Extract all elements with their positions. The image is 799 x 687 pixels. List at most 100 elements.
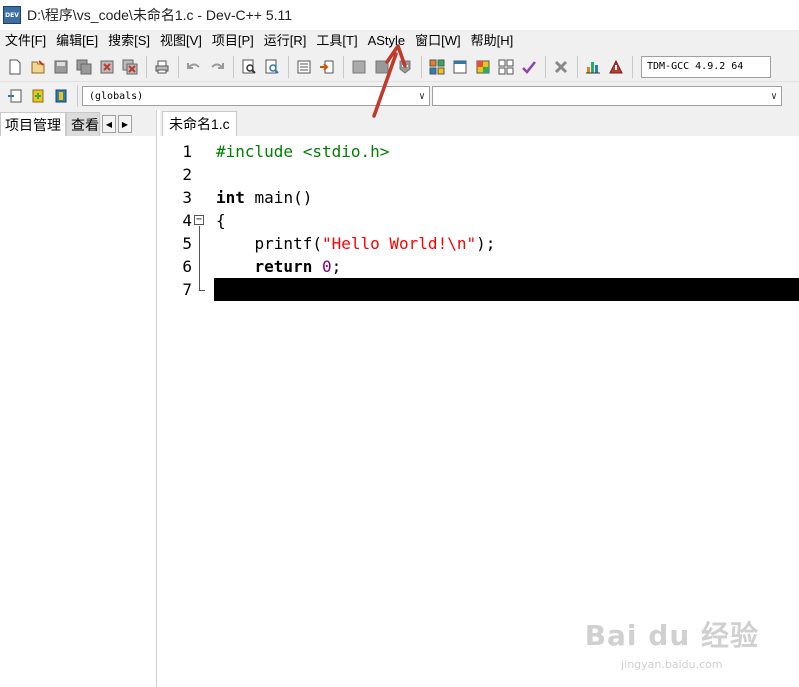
goto-bookmark-button[interactable] [50, 85, 72, 107]
close-file-icon [100, 60, 114, 73]
indent-button[interactable] [293, 56, 315, 78]
line-number: 2 [182, 165, 192, 184]
toolbar-separator [421, 55, 422, 78]
code-editor: 未命名1.c 1 2 3 4 5 6 7 − #include <stdio.h… [160, 110, 799, 687]
window-title: D:\程序\vs_code\未命名1.c - Dev-C++ 5.11 [27, 7, 293, 23]
bar-chart-icon [586, 61, 600, 73]
scope-combo-value: (globals) [89, 90, 144, 102]
code-text: printf( [216, 234, 322, 253]
watermark-logo: Bai du 经验 [584, 619, 759, 652]
menu-search[interactable]: 搜索[S] [103, 30, 155, 52]
line-number: 7 [182, 280, 192, 299]
find-button[interactable] [238, 56, 260, 78]
toggle-bookmark-button[interactable] [27, 85, 49, 107]
baidu-watermark: Bai du 经验 jingyan.baidu.com [585, 614, 759, 671]
goto-line-button[interactable] [316, 56, 338, 78]
fold-collapse-icon[interactable]: − [194, 215, 204, 225]
run-button[interactable] [371, 56, 393, 78]
menu-view[interactable]: 视图[V] [155, 30, 207, 52]
menu-edit[interactable]: 编辑[E] [51, 30, 103, 52]
bookmark-icon [32, 89, 44, 103]
check-syntax-button[interactable] [518, 56, 540, 78]
keyword-return: return [216, 257, 313, 276]
menu-tools[interactable]: 工具[T] [311, 30, 362, 52]
compiler-select[interactable]: TDM-GCC 4.9.2 64 [641, 55, 771, 78]
code-text: ); [476, 234, 496, 253]
new-file-icon [9, 59, 21, 74]
tile-grid-icon [498, 59, 514, 74]
code-line-3: int main() [216, 186, 312, 209]
tab-file[interactable]: 未命名1.c [162, 111, 237, 136]
devcpp-app-icon[interactable]: DEV [3, 6, 21, 24]
member-combo[interactable]: ∨ [432, 86, 782, 106]
current-line-highlight[interactable] [214, 278, 799, 301]
toolbar-separator [343, 55, 344, 78]
redo-icon [211, 62, 224, 69]
compile-run-button[interactable] [394, 56, 416, 78]
compile-run-icon [399, 60, 411, 74]
close-file-button[interactable] [96, 56, 118, 78]
profile-button[interactable] [582, 56, 604, 78]
secondary-toolbar: (globals) ∨ ∨ [0, 82, 799, 110]
chevron-down-icon[interactable]: ∨ [771, 91, 777, 102]
toolbar-separator [577, 55, 578, 78]
number-literal: 0 [321, 257, 332, 276]
left-panel: 项目管理 查看 ◀ ▶ [0, 110, 157, 687]
insert-button[interactable] [4, 85, 26, 107]
new-file-button[interactable] [4, 56, 26, 78]
menu-astyle[interactable]: AStyle [363, 30, 411, 52]
grid-color-icon [429, 59, 445, 74]
goto-line-icon [320, 60, 334, 73]
debug-icon [609, 59, 623, 73]
line-number: 4 [182, 211, 192, 230]
toolbar-separator [77, 85, 78, 107]
checkmark-icon [522, 60, 536, 74]
tab-project-manager[interactable]: 项目管理 [0, 112, 66, 136]
undo-icon [187, 62, 200, 69]
replace-button[interactable] [261, 56, 283, 78]
code-text: main() [244, 188, 313, 207]
class-browser-icon [476, 60, 490, 73]
stop-button[interactable] [550, 56, 572, 78]
menu-run[interactable]: 运行[R] [259, 30, 312, 52]
debug-button[interactable] [605, 56, 627, 78]
toolbar-separator [146, 55, 147, 78]
code-line-1: #include <stdio.h> [216, 142, 390, 161]
save-all-button[interactable] [73, 56, 95, 78]
toolbar-separator [178, 55, 179, 78]
close-all-button[interactable] [119, 56, 141, 78]
toolbar-separator [545, 55, 546, 78]
find-icon [242, 59, 256, 74]
line-number: 3 [182, 188, 192, 207]
undo-button[interactable] [183, 56, 205, 78]
tab-view[interactable]: 查看 [66, 112, 100, 136]
compile-icon [352, 60, 366, 73]
window-button[interactable] [449, 56, 471, 78]
fold-end-marker [199, 290, 205, 291]
title-bar: DEV D:\程序\vs_code\未命名1.c - Dev-C++ 5.11 [0, 0, 799, 30]
save-icon [54, 60, 68, 73]
compile-button[interactable] [348, 56, 370, 78]
left-panel-tabs: 项目管理 查看 ◀ ▶ [0, 110, 156, 136]
tab-scroll-right-icon[interactable]: ▶ [118, 115, 132, 133]
menu-help[interactable]: 帮助[H] [466, 30, 519, 52]
print-button[interactable] [151, 56, 173, 78]
open-file-button[interactable] [27, 56, 49, 78]
tab-scroll-left-icon[interactable]: ◀ [102, 115, 116, 133]
line-number: 5 [182, 234, 192, 253]
menu-project[interactable]: 项目[P] [207, 30, 259, 52]
code-line-6: return 0; [216, 255, 342, 278]
code-line-4: { [216, 211, 226, 230]
printer-icon [155, 60, 169, 73]
class-browser-button[interactable] [472, 56, 494, 78]
menu-window[interactable]: 窗口[W] [410, 30, 466, 52]
save-button[interactable] [50, 56, 72, 78]
menu-file[interactable]: 文件[F] [0, 30, 51, 52]
main-toolbar: TDM-GCC 4.9.2 64 [0, 52, 799, 82]
scope-combo[interactable]: (globals) ∨ [82, 86, 430, 106]
new-project-button[interactable] [426, 56, 448, 78]
tile-windows-button[interactable] [495, 56, 517, 78]
redo-button[interactable] [206, 56, 228, 78]
chevron-down-icon[interactable]: ∨ [419, 91, 425, 102]
